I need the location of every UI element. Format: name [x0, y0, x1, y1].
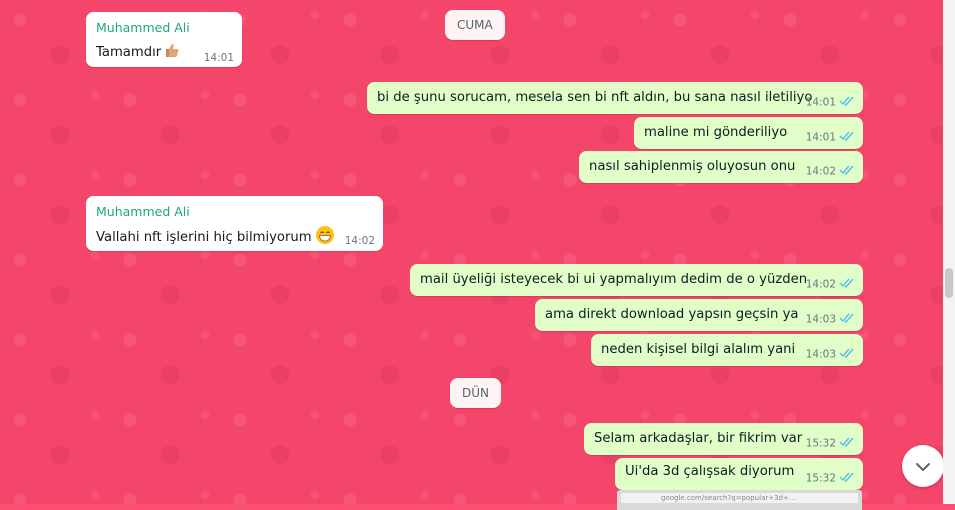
message-text: Tamamdır	[96, 42, 180, 62]
outgoing-message[interactable]: nasıl sahiplenmiş oluyosun onu 14:02	[579, 151, 863, 183]
message-time: 14:01	[806, 131, 855, 144]
scrollbar[interactable]	[943, 0, 955, 504]
browser-url-bar: google.com/search?q=popular+3d+...	[621, 493, 858, 503]
message-time: 14:03	[806, 313, 855, 326]
message-text: Vallahi nft işlerini hiç bilmiyorum	[96, 225, 335, 249]
double-check-icon	[839, 131, 855, 144]
outgoing-message[interactable]: Selam arkadaşlar, bir fikrim var 15:32	[584, 423, 863, 455]
double-check-icon	[839, 96, 855, 109]
message-text: maline mi gönderiliyo	[644, 125, 788, 140]
message-time: 14:01	[806, 96, 855, 109]
incoming-message[interactable]: Muhammed Ali Tamamdır 14:01	[86, 12, 242, 67]
grinning-face-icon	[315, 225, 335, 249]
date-divider-cuma: CUMA	[445, 10, 505, 40]
outgoing-message[interactable]: mail üyeliği isteyecek bi ui yapmalıyım …	[410, 264, 863, 296]
outgoing-message[interactable]: bi de şunu sorucam, mesela sen bi nft al…	[367, 82, 863, 114]
message-text: neden kişisel bilgi alalım yani	[601, 342, 796, 357]
double-check-icon	[839, 165, 855, 178]
date-label: DÜN	[462, 386, 489, 400]
outgoing-message[interactable]: neden kişisel bilgi alalım yani 14:03	[591, 334, 863, 366]
message-text: bi de şunu sorucam, mesela sen bi nft al…	[377, 90, 813, 105]
double-check-icon	[839, 437, 855, 450]
sender-name[interactable]: Muhammed Ali	[96, 20, 190, 35]
double-check-icon	[839, 278, 855, 291]
scroll-to-bottom-button[interactable]	[902, 445, 944, 487]
thumbs-up-icon	[164, 42, 180, 62]
sender-name[interactable]: Muhammed Ali	[96, 204, 190, 219]
message-time: 15:32	[806, 472, 855, 485]
message-text: nasıl sahiplenmiş oluyosun onu	[589, 159, 796, 174]
image-message-preview[interactable]: google.com/search?q=popular+3d+...	[617, 490, 862, 510]
double-check-icon	[839, 472, 855, 485]
message-time: 14:03	[806, 348, 855, 361]
scrollbar-thumb[interactable]	[945, 268, 953, 298]
outgoing-message[interactable]: maline mi gönderiliyo 14:01	[634, 117, 863, 149]
message-time: 15:32	[806, 437, 855, 450]
message-text: ama direkt download yapsın geçsin ya	[545, 307, 799, 322]
double-check-icon	[839, 348, 855, 361]
message-time: 14:02	[344, 235, 375, 247]
date-divider-dun: DÜN	[450, 378, 501, 408]
date-label: CUMA	[457, 18, 493, 32]
message-text: mail üyeliği isteyecek bi ui yapmalıyım …	[420, 272, 808, 287]
message-time: 14:01	[203, 52, 234, 64]
double-check-icon	[839, 313, 855, 326]
message-text: Selam arkadaşlar, bir fikrim var	[594, 431, 803, 446]
incoming-message[interactable]: Muhammed Ali Vallahi nft işlerini hiç bi…	[86, 196, 383, 251]
chevron-down-icon	[915, 457, 931, 476]
message-time: 14:02	[806, 278, 855, 291]
message-time: 14:02	[806, 165, 855, 178]
outgoing-message[interactable]: Ui'da 3d çalışsak diyorum 15:32	[615, 458, 863, 490]
message-text: Ui'da 3d çalışsak diyorum	[625, 464, 795, 479]
outgoing-message[interactable]: ama direkt download yapsın geçsin ya 14:…	[535, 299, 863, 331]
